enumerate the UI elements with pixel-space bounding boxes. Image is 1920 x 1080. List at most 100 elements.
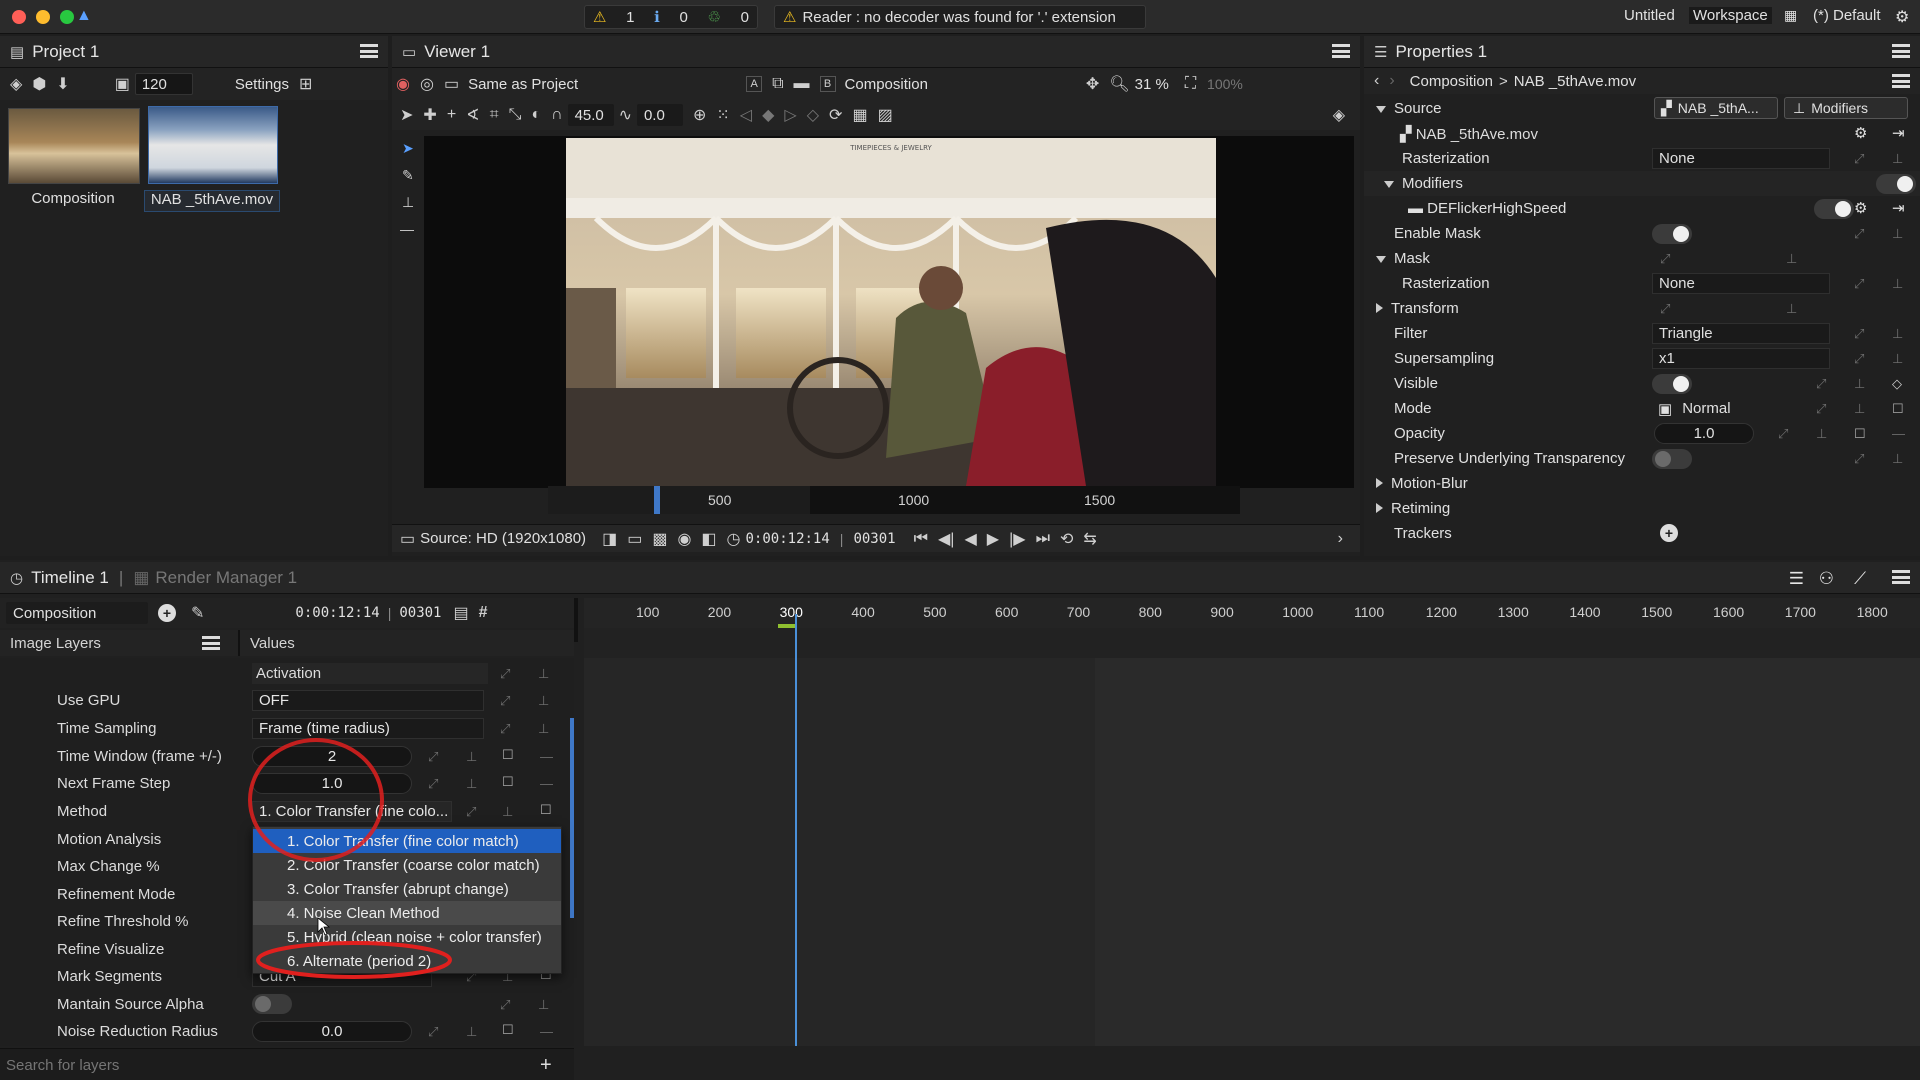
- anchor-tool-icon[interactable]: +: [447, 106, 456, 124]
- param-activation[interactable]: Activation ⤢ ⊥: [0, 660, 574, 687]
- method-dropdown-menu[interactable]: 1. Color Transfer (fine color match) 2. …: [252, 826, 562, 974]
- opacity-value[interactable]: 1.0: [1654, 423, 1754, 444]
- param-next-frame-step[interactable]: Next Frame Step 1.0 ⤢ ⊥ ☐ —: [0, 770, 574, 797]
- crop-tool-icon[interactable]: ⌗: [490, 106, 499, 124]
- checkbox-icon[interactable]: ☐: [502, 1022, 514, 1038]
- media-thumbnail[interactable]: [148, 106, 278, 184]
- link-icon[interactable]: ⤢: [500, 666, 510, 682]
- timeline-frame[interactable]: 00301: [399, 605, 441, 621]
- color-channels-icon[interactable]: ◉: [396, 74, 410, 94]
- viewer-source-dropdown[interactable]: Composition: [845, 76, 928, 93]
- properties-list-icon[interactable]: [1892, 74, 1910, 88]
- mode-value[interactable]: Normal: [1682, 400, 1730, 417]
- maintain-alpha-toggle[interactable]: [252, 994, 292, 1014]
- proxy-icon[interactable]: ◨: [602, 529, 617, 549]
- maximize-window-button[interactable]: [60, 10, 74, 24]
- link-icon[interactable]: ⤢: [466, 804, 476, 820]
- link-icon[interactable]: ⤢: [1854, 326, 1864, 342]
- skip-start-icon[interactable]: ⏮: [914, 530, 928, 548]
- composition-selector[interactable]: Composition: [6, 602, 148, 624]
- prop-source[interactable]: Source ▞ NAB _5thA... ⊥ Modifiers: [1364, 96, 1920, 121]
- viewer-menu-icon[interactable]: [1332, 44, 1350, 58]
- line-tool-icon[interactable]: —: [400, 221, 420, 237]
- timeline-menu-icon[interactable]: [1892, 570, 1910, 584]
- prop-rasterization[interactable]: Rasterization None ⤢ ⊥: [1364, 146, 1920, 171]
- key-add-icon[interactable]: ◇: [807, 105, 819, 125]
- prop-source-file[interactable]: ▞ NAB _5thAve.mov ⚙ ⇥: [1364, 121, 1920, 146]
- link-icon[interactable]: ⤢: [1816, 401, 1826, 417]
- checkbox-icon[interactable]: ☐: [502, 774, 514, 790]
- magnet-icon[interactable]: ∩: [551, 106, 563, 124]
- param-noise-radius[interactable]: Noise Reduction Radius 0.0 ⤢ ⊥ ☐ —: [0, 1018, 574, 1045]
- frames-icon[interactable]: ▤: [454, 603, 469, 623]
- use-gpu-value[interactable]: OFF: [252, 690, 484, 711]
- time-window-value[interactable]: 2: [252, 746, 412, 767]
- prop-trackers[interactable]: Trackers +: [1364, 521, 1920, 546]
- supersampling-value[interactable]: x1: [1652, 348, 1830, 369]
- render-icon[interactable]: ◉: [677, 529, 691, 549]
- link-icon[interactable]: ⤢: [1660, 301, 1670, 317]
- select-tool-icon[interactable]: ➤: [400, 105, 413, 125]
- keyframe-icon[interactable]: ◇: [1892, 376, 1902, 392]
- fit-icon[interactable]: ⛶: [1185, 75, 1196, 93]
- playhead[interactable]: [795, 614, 797, 1046]
- link-icon[interactable]: ⤢: [1854, 276, 1864, 292]
- grid-view-icon[interactable]: ⊞: [299, 74, 312, 94]
- prop-opacity[interactable]: Opacity 1.0 ⤢ ⊥ ☐ —: [1364, 421, 1920, 446]
- time-sampling-value[interactable]: Frame (time radius): [252, 718, 484, 739]
- gear-icon[interactable]: ⚙: [1854, 124, 1867, 142]
- next-frame-step-value[interactable]: 1.0: [252, 773, 412, 794]
- checkbox-icon[interactable]: ☐: [1854, 426, 1866, 442]
- angle-tool-icon[interactable]: ∢: [466, 105, 479, 125]
- timeline-timecode[interactable]: 0:00:12:14: [295, 605, 379, 621]
- link-icon[interactable]: ⤢: [428, 776, 438, 792]
- render-manager-tab[interactable]: Render Manager 1: [155, 568, 297, 588]
- link-icon[interactable]: ⤢: [428, 749, 438, 765]
- enable-mask-toggle[interactable]: [1652, 224, 1692, 244]
- timeline-tab[interactable]: Timeline 1: [31, 568, 109, 588]
- prop-mask-rasterization[interactable]: Rasterization None ⤢ ⊥: [1364, 271, 1920, 296]
- thumbnail-icon[interactable]: ▣: [115, 74, 130, 94]
- link-icon[interactable]: ⤢: [1854, 226, 1864, 242]
- method-option-1[interactable]: 1. Color Transfer (fine color match): [253, 829, 561, 853]
- step-back-icon[interactable]: ◀|: [938, 529, 954, 549]
- lock-icon[interactable]: ⊥: [1786, 301, 1797, 317]
- lock-icon[interactable]: ⊥: [1854, 401, 1865, 417]
- close-window-button[interactable]: [12, 10, 26, 24]
- wrench-icon[interactable]: ✎: [191, 603, 204, 623]
- lock-icon[interactable]: ⊥: [1892, 326, 1903, 342]
- layers-stack-icon[interactable]: ◈: [1333, 105, 1345, 125]
- next-key-icon[interactable]: ▷: [784, 105, 796, 125]
- transform-icon[interactable]: ⊕: [693, 105, 706, 125]
- lock-icon[interactable]: ⊥: [502, 804, 513, 820]
- format-dropdown[interactable]: Same as Project: [468, 76, 578, 93]
- link-icon[interactable]: ⤢: [1816, 376, 1826, 392]
- composition-thumbnail[interactable]: [8, 108, 140, 184]
- curve-icon[interactable]: ⟋: [1854, 569, 1866, 589]
- minus-icon[interactable]: —: [540, 1024, 553, 1039]
- grid-points-icon[interactable]: ⁙: [716, 105, 729, 125]
- person-icon[interactable]: ⚇: [1819, 569, 1834, 589]
- settings-button[interactable]: Settings: [235, 76, 289, 93]
- export-icon[interactable]: ⇥: [1892, 124, 1905, 142]
- prop-enable-mask[interactable]: Enable Mask ⤢ ⊥: [1364, 221, 1920, 246]
- hash-icon[interactable]: #: [479, 604, 488, 622]
- rotate-tool-icon[interactable]: ◐: [531, 106, 541, 124]
- prop-transform[interactable]: Transform ⤢ ⊥: [1364, 296, 1920, 321]
- breadcrumb-file[interactable]: NAB _5thAve.mov: [1514, 73, 1636, 90]
- link-icon[interactable]: ⤢: [1660, 251, 1670, 267]
- param-method[interactable]: Method 1. Color Transfer (fine colo... ⤢…: [0, 798, 574, 825]
- prop-supersampling[interactable]: Supersampling x1 ⤢ ⊥: [1364, 346, 1920, 371]
- wipe-icon[interactable]: ▬: [794, 75, 810, 93]
- download-icon[interactable]: ⬇: [56, 74, 69, 94]
- lock-icon[interactable]: ⊥: [466, 749, 477, 765]
- lock-icon[interactable]: ⊥: [466, 776, 477, 792]
- region-icon[interactable]: ▭: [627, 529, 642, 549]
- lock-icon[interactable]: ⊥: [538, 693, 549, 709]
- refresh-icon[interactable]: ⟳: [829, 105, 842, 125]
- modifiers-tab[interactable]: ⊥ Modifiers: [1784, 97, 1908, 119]
- viewer-timecode[interactable]: 0:00:12:14: [746, 531, 830, 547]
- properties-menu-icon[interactable]: [1892, 44, 1910, 58]
- viewer-image[interactable]: TIMEPIECES & JEWELRY: [566, 138, 1216, 486]
- lock-icon[interactable]: ⊥: [1892, 451, 1903, 467]
